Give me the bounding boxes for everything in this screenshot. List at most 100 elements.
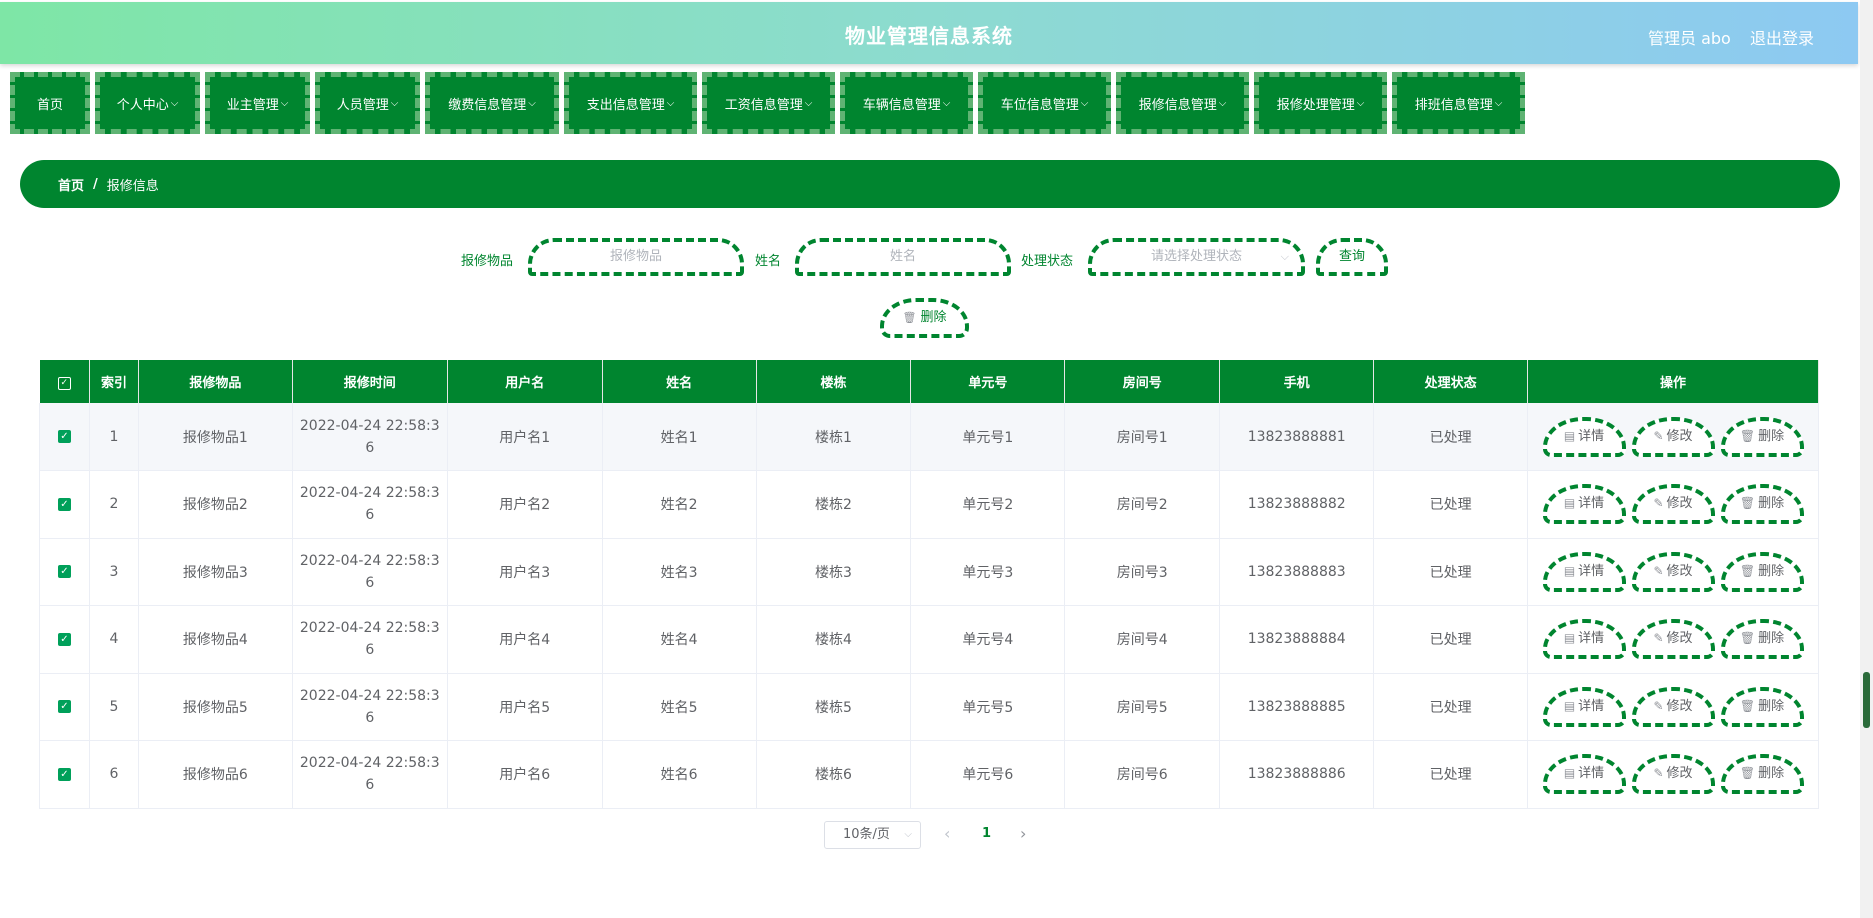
cell-username: 用户名2	[447, 470, 603, 539]
batch-delete-button[interactable]: 🗑 删除	[880, 298, 969, 338]
prev-page-button[interactable]: ‹	[944, 824, 950, 843]
cell-item: 报修物品3	[138, 538, 293, 606]
menu-item-repair[interactable]: 报修信息管理 ⌵	[1116, 72, 1249, 134]
delete-label: 删除	[1758, 631, 1785, 647]
delete-button[interactable]: 🗑 删除	[1720, 551, 1804, 592]
detail-button[interactable]: ▤ 详情	[1542, 484, 1626, 525]
header-index: 索引	[89, 360, 139, 403]
menu-item-salary[interactable]: 工资信息管理 ⌵	[702, 72, 835, 134]
menu-item-expense[interactable]: 支出信息管理 ⌵	[564, 72, 697, 134]
delete-button[interactable]: 🗑 删除	[1720, 484, 1804, 525]
menu-item-owner[interactable]: 业主管理 ⌵	[205, 72, 310, 134]
row-select-cell[interactable]: ✓	[39, 538, 90, 606]
name-input[interactable]: 姓名	[795, 238, 1011, 276]
query-button[interactable]: 查询	[1316, 238, 1388, 276]
repair-item-label: 报修物品	[461, 254, 514, 269]
menu-item-personal-center[interactable]: 个人中心 ⌵	[95, 72, 200, 134]
cell-username: 用户名4	[447, 605, 603, 674]
detail-button[interactable]: ▤ 详情	[1542, 754, 1626, 795]
cell-time-line1: 2022-04-24 22:58:3	[299, 620, 440, 637]
row-checkbox[interactable]: ✓	[57, 565, 71, 579]
cell-time: 2022-04-24 22:58:3 6	[292, 470, 448, 539]
menu-label: 工资信息管理	[724, 97, 803, 113]
cell-username: 用户名6	[447, 740, 603, 809]
menu-item-payment[interactable]: 缴费信息管理 ⌵	[425, 72, 559, 134]
row-select-cell[interactable]: ✓	[39, 403, 90, 471]
menu-label: 支出信息管理	[586, 97, 665, 113]
pencil-icon: ✎	[1653, 563, 1664, 578]
menu-item-repair-handling[interactable]: 报修处理管理 ⌵	[1254, 72, 1387, 134]
cell-time-line2: 6	[365, 642, 375, 659]
cell-actions: ▤ 详情 ✎ 修改 🗑 删除	[1527, 673, 1819, 741]
menu-item-parking[interactable]: 车位信息管理 ⌵	[978, 72, 1111, 134]
detail-button[interactable]: ▤ 详情	[1542, 619, 1626, 660]
page-size-select[interactable]: 10条/页 ⌵	[824, 821, 921, 849]
cell-actions: ▤ 详情 ✎ 修改 🗑 删除	[1527, 538, 1819, 606]
scrollbar-thumb[interactable]	[1863, 672, 1870, 728]
cell-time-line2: 6	[365, 439, 375, 456]
cell-username: 用户名3	[447, 538, 603, 606]
edit-button[interactable]: ✎ 修改	[1631, 686, 1715, 727]
row-select-cell[interactable]: ✓	[39, 470, 90, 539]
cell-status: 已处理	[1373, 740, 1529, 809]
chevron-down-icon: ⌵	[1494, 97, 1503, 109]
repair-item-input[interactable]: 报修物品	[528, 238, 744, 276]
row-select-cell[interactable]: ✓	[39, 740, 90, 809]
row-checkbox[interactable]: ✓	[57, 700, 71, 714]
document-icon: ▤	[1563, 766, 1576, 781]
menu-item-home[interactable]: 首页	[10, 72, 90, 134]
cell-actions: ▤ 详情 ✎ 修改 🗑 删除	[1527, 403, 1819, 471]
pencil-icon: ✎	[1653, 428, 1664, 443]
row-checkbox[interactable]: ✓	[57, 632, 71, 646]
cell-actions: ▤ 详情 ✎ 修改 🗑 删除	[1527, 605, 1819, 674]
detail-button[interactable]: ▤ 详情	[1542, 551, 1626, 592]
chevron-down-icon: ⌵	[390, 97, 399, 109]
edit-button[interactable]: ✎ 修改	[1631, 754, 1715, 795]
row-checkbox[interactable]: ✓	[57, 497, 71, 511]
cell-time-line2: 6	[365, 777, 375, 794]
detail-button[interactable]: ▤ 详情	[1542, 416, 1626, 457]
row-checkbox[interactable]: ✓	[57, 767, 71, 781]
row-select-cell[interactable]: ✓	[39, 673, 90, 741]
edit-button[interactable]: ✎ 修改	[1631, 619, 1715, 660]
next-page-button[interactable]: ›	[1020, 824, 1026, 843]
top-menu: 首页 个人中心 ⌵ 业主管理 ⌵ 人员管理 ⌵ 缴费信息管理 ⌵ 支出信息管理 ⌵ 工资信…	[10, 72, 1525, 134]
detail-label: 详情	[1578, 563, 1605, 579]
vertical-scrollbar[interactable]	[1860, 0, 1873, 918]
cell-time: 2022-04-24 22:58:3 6	[292, 538, 448, 606]
select-all-checkbox[interactable]: ✓	[57, 376, 71, 390]
menu-item-staff[interactable]: 人员管理 ⌵	[315, 72, 420, 134]
pencil-icon: ✎	[1653, 766, 1664, 781]
breadcrumb-separator: /	[93, 176, 98, 192]
breadcrumb-home[interactable]: 首页	[58, 175, 84, 194]
cell-phone: 13823888881	[1219, 403, 1375, 471]
row-select-cell[interactable]: ✓	[39, 605, 90, 674]
cell-time-line2: 6	[365, 507, 375, 524]
name-label: 姓名	[755, 254, 782, 269]
detail-label: 详情	[1578, 428, 1605, 444]
delete-button[interactable]: 🗑 删除	[1720, 416, 1804, 457]
cell-room: 房间号6	[1064, 740, 1221, 809]
header-building: 楼栋	[756, 360, 912, 403]
header-room: 房间号	[1064, 360, 1221, 403]
edit-button[interactable]: ✎ 修改	[1631, 551, 1715, 592]
menu-item-vehicle[interactable]: 车辆信息管理 ⌵	[840, 72, 973, 134]
status-select[interactable]: 请选择处理状态 ⌵	[1088, 238, 1305, 276]
delete-button[interactable]: 🗑 删除	[1720, 619, 1804, 660]
page-number-current[interactable]: 1	[982, 826, 991, 841]
delete-button[interactable]: 🗑 删除	[1720, 754, 1804, 795]
table-header-row: ✓ 索引 报修物品 报修时间 用户名 姓名 楼栋 单元号 房间号 手机 处理状态…	[39, 360, 1819, 403]
cell-username: 用户名5	[447, 673, 603, 741]
menu-label: 排班信息管理	[1414, 97, 1493, 113]
menu-item-schedule[interactable]: 排班信息管理 ⌵	[1392, 72, 1525, 134]
logout-link[interactable]: 退出登录	[1750, 25, 1814, 49]
edit-button[interactable]: ✎ 修改	[1631, 416, 1715, 457]
select-all-cell[interactable]: ✓	[39, 360, 90, 403]
edit-button[interactable]: ✎ 修改	[1631, 484, 1715, 525]
chevron-down-icon: ⌵	[1218, 97, 1227, 109]
cell-unit: 单元号4	[910, 605, 1066, 674]
chevron-down-icon: ⌵	[1356, 97, 1365, 109]
delete-button[interactable]: 🗑 删除	[1720, 686, 1804, 727]
detail-button[interactable]: ▤ 详情	[1542, 686, 1626, 727]
row-checkbox[interactable]: ✓	[57, 430, 71, 443]
